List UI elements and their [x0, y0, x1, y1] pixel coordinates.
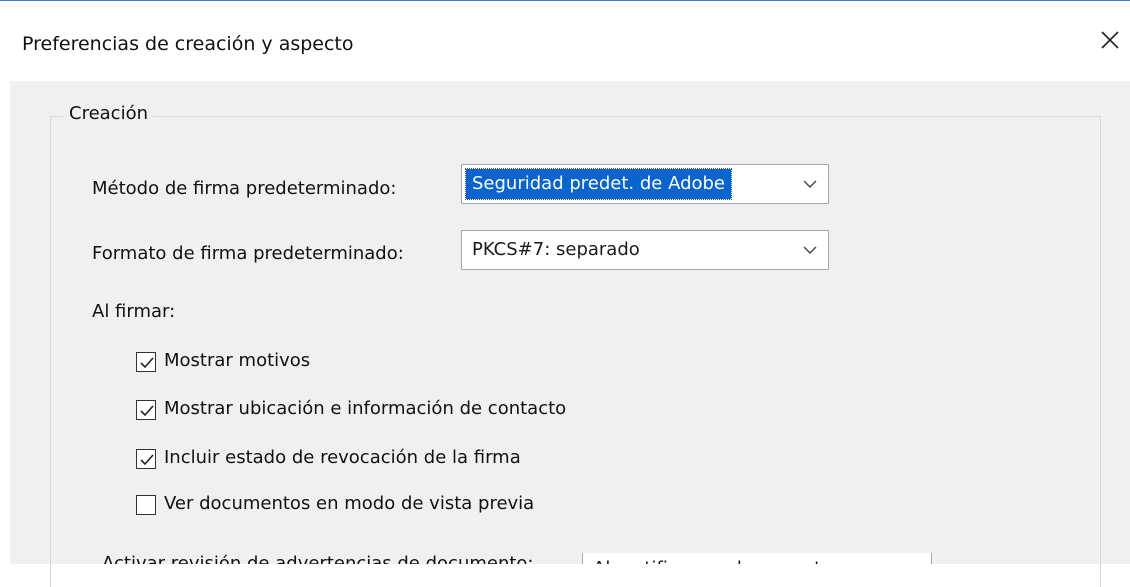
default-method-value: Seguridad predet. de Adobe [464, 168, 733, 200]
checkmark-icon [140, 454, 154, 466]
default-format-value: PKCS#7: separado [472, 239, 640, 260]
checkmark-icon [140, 405, 154, 417]
dialog-title: Preferencias de creación y aspecto [22, 33, 354, 55]
checkbox-box[interactable] [136, 449, 156, 469]
group-legend: Creación [64, 103, 153, 124]
doc-warnings-row: Activar revisión de advertencias de docu… [102, 553, 952, 564]
checkbox-label: Mostrar ubicación e información de conta… [164, 398, 567, 419]
chevron-down-icon [792, 231, 828, 269]
chevron-down-icon [895, 553, 931, 564]
checkmark-icon [140, 357, 154, 369]
doc-warnings-select[interactable]: Al certificar un documento [582, 553, 932, 564]
dialog-content: Creación Método de firma predeterminado:… [10, 81, 1130, 587]
title-bar: Preferencias de creación y aspecto [0, 1, 1130, 81]
on-signing-label: Al firmar: [92, 301, 176, 322]
default-method-select[interactable]: Seguridad predet. de Adobe [461, 164, 829, 204]
checkbox-label: Mostrar motivos [164, 350, 311, 371]
chevron-down-icon [792, 165, 828, 203]
checkbox-label: Ver documentos en modo de vista previa [164, 493, 535, 514]
default-method-label: Método de firma predeterminado: [92, 178, 397, 199]
checkbox-box[interactable] [136, 495, 156, 515]
checkbox-label: Incluir estado de revocación de la firma [164, 447, 521, 468]
default-format-label: Formato de firma predeterminado: [92, 243, 404, 264]
default-format-select[interactable]: PKCS#7: separado [461, 230, 829, 270]
close-icon [1101, 31, 1119, 49]
doc-warnings-label: Activar revisión de advertencias de docu… [102, 553, 534, 564]
checkbox-box[interactable] [136, 352, 156, 372]
preferences-dialog: Preferencias de creación y aspecto Creac… [0, 0, 1130, 587]
checkbox-box[interactable] [136, 400, 156, 420]
close-button[interactable] [1092, 23, 1128, 59]
